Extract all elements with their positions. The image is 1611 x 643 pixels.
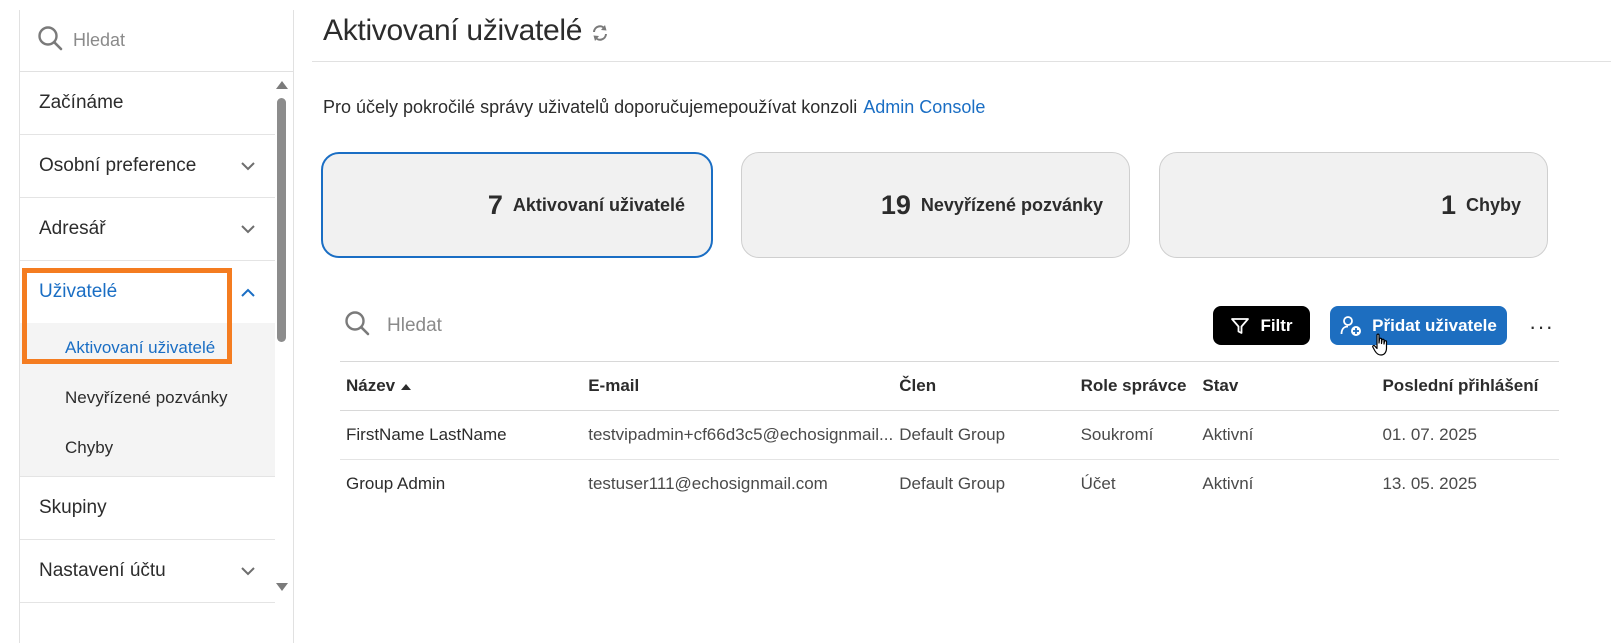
- cell-status: Aktivní: [1196, 410, 1377, 460]
- add-user-button[interactable]: Přidat uživatele: [1330, 306, 1507, 345]
- column-header-label: Název: [346, 376, 396, 395]
- column-header-name[interactable]: Název: [340, 361, 583, 411]
- sidebar-subitem-chyby[interactable]: Chyby: [20, 423, 275, 473]
- more-options-icon[interactable]: ···: [1529, 314, 1554, 340]
- refresh-icon[interactable]: [590, 23, 610, 43]
- card-count: 7: [487, 189, 503, 220]
- card-errors[interactable]: 1 Chyby: [1159, 152, 1548, 258]
- cell-admin-role: Účet: [1080, 474, 1116, 494]
- scroll-up-arrow-icon[interactable]: [276, 81, 288, 89]
- sidebar-item-label: Nastavení účtu: [39, 560, 166, 581]
- main-content: Aktivovaní uživatelé Pro účely pokročilé…: [312, 0, 1611, 643]
- hand-cursor-icon: [1372, 333, 1390, 362]
- column-header-member[interactable]: Člen: [893, 361, 1075, 411]
- sidebar-subnav-uzivatele: Aktivovaní uživatelé Nevyřízené pozvánky…: [20, 323, 275, 477]
- sidebar-item-osobni-preference[interactable]: Osobní preference: [20, 135, 275, 198]
- column-header-email[interactable]: E-mail: [582, 361, 894, 411]
- table-header-row: Název E-mail Člen Role správce Stav Posl…: [340, 361, 1559, 411]
- sidebar-search-input[interactable]: Hledat: [73, 30, 125, 51]
- sidebar-search[interactable]: Hledat: [20, 10, 293, 72]
- search-icon: [37, 25, 63, 56]
- page-header: Aktivovaní uživatelé: [312, 0, 1611, 62]
- users-table: Název E-mail Člen Role správce Stav Posl…: [340, 361, 1559, 509]
- card-count: 1: [1440, 189, 1456, 220]
- notice-text: Pro účely pokročilé správy uživatelů dop…: [323, 97, 858, 117]
- admin-console-link[interactable]: Admin Console: [863, 97, 985, 117]
- table-row[interactable]: FirstName LastName testvipadmin+cf66d3c5…: [340, 410, 1559, 460]
- cell-status: Aktivní: [1202, 474, 1254, 494]
- card-activated-users[interactable]: 7 Aktivovaní uživatelé: [321, 152, 713, 258]
- sidebar-subitem-label: Aktivovaní uživatelé: [65, 338, 216, 357]
- filter-button[interactable]: Filtr: [1213, 306, 1310, 345]
- cell-member: Default Group: [899, 474, 1006, 494]
- page-title: Aktivovaní uživatelé: [323, 13, 583, 47]
- sidebar-item-skupiny[interactable]: Skupiny: [20, 477, 275, 540]
- column-header-last-login[interactable]: Poslední přihlášení: [1376, 361, 1559, 411]
- table-search[interactable]: Hledat: [344, 310, 442, 341]
- sidebar: Hledat Začínáme Osobní preference Adresá…: [19, 10, 294, 643]
- sidebar-nav: Začínáme Osobní preference Adresář Uživa…: [20, 72, 275, 603]
- search-icon: [344, 310, 370, 341]
- sort-ascending-icon: [401, 383, 412, 390]
- sidebar-subitem-nevyrizene[interactable]: Nevyřízené pozvánky: [20, 373, 275, 423]
- card-count: 19: [880, 189, 911, 220]
- card-label: Aktivovaní uživatelé: [512, 194, 685, 215]
- card-label: Nevyřízené pozvánky: [920, 194, 1103, 215]
- chevron-up-icon[interactable]: [241, 285, 255, 299]
- sidebar-item-label: Začínáme: [39, 92, 124, 113]
- cell-email: testvipadmin+cf66d3c5@echosignmail...: [582, 410, 894, 460]
- cell-last-login: 13. 05. 2025: [1382, 474, 1477, 494]
- filter-button-label: Filtr: [1260, 315, 1293, 335]
- table-row[interactable]: Group Admin testuser111@echosignmail.com…: [340, 460, 1559, 509]
- cell-name: FirstName LastName: [340, 410, 583, 460]
- console-notice: Pro účely pokročilé správy uživatelů dop…: [323, 97, 985, 118]
- table-search-input[interactable]: Hledat: [387, 315, 442, 337]
- cell-name: Group Admin: [346, 474, 446, 494]
- sidebar-subitem-aktivovani[interactable]: Aktivovaní uživatelé: [20, 323, 275, 373]
- cell-last-login: 01. 07. 2025: [1376, 410, 1559, 460]
- column-header-status[interactable]: Stav: [1196, 361, 1377, 411]
- add-user-button-label: Přidat uživatele: [1372, 315, 1497, 335]
- sidebar-subitem-label: Chyby: [65, 438, 114, 457]
- card-pending-invites[interactable]: 19 Nevyřízené pozvánky: [741, 152, 1130, 258]
- cell-email: testuser111@echosignmail.com: [588, 474, 828, 494]
- scroll-down-arrow-icon[interactable]: [276, 583, 288, 591]
- sidebar-scrollbar[interactable]: [274, 76, 290, 596]
- sidebar-item-label: Osobní preference: [39, 155, 197, 176]
- sidebar-item-adresar[interactable]: Adresář: [20, 198, 275, 261]
- sidebar-item-zaciname[interactable]: Začínáme: [20, 72, 275, 135]
- cell-admin-role: Soukromí: [1074, 410, 1197, 460]
- sidebar-subitem-label: Nevyřízené pozvánky: [65, 388, 228, 407]
- chevron-down-icon[interactable]: [241, 159, 255, 173]
- chevron-down-icon[interactable]: [241, 222, 255, 236]
- filter-icon: [1231, 317, 1250, 334]
- add-user-icon: [1340, 315, 1362, 336]
- chevron-down-icon[interactable]: [241, 564, 255, 578]
- sidebar-item-label: Skupiny: [39, 497, 107, 518]
- scroll-thumb[interactable]: [277, 98, 286, 342]
- cell-member: Default Group: [893, 410, 1075, 460]
- card-label: Chyby: [1465, 194, 1521, 215]
- sidebar-item-nastaveni-uctu[interactable]: Nastavení účtu: [20, 540, 275, 603]
- column-header-admin-role[interactable]: Role správce: [1074, 361, 1197, 411]
- sidebar-item-label: Adresář: [39, 218, 106, 239]
- sidebar-item-uzivatele[interactable]: Uživatelé: [20, 261, 275, 323]
- sidebar-item-label: Uživatelé: [39, 281, 118, 302]
